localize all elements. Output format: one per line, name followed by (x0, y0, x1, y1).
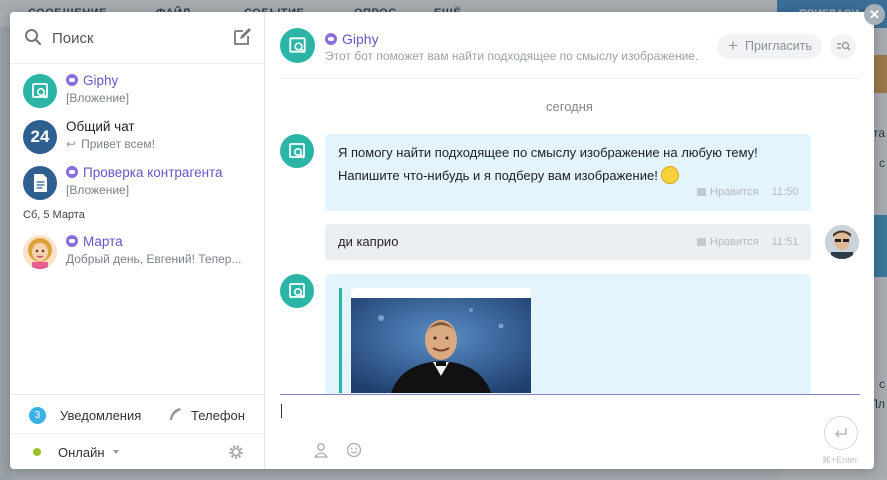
chat-name-text: Марта (83, 234, 123, 249)
message-input-area[interactable]: ⌘+Enter (280, 394, 860, 469)
message-text: ди каприо (338, 234, 399, 249)
chat-name: Проверка контрагента (66, 165, 223, 180)
invite-button[interactable]: Пригласить (717, 34, 822, 59)
message-line: Напишите что-нибудь и я подберу вам изоб… (338, 164, 758, 187)
general-chat-avatar: 24 (23, 120, 57, 154)
chat-name: Марта (66, 234, 123, 249)
chat-header: Giphy Этот бот поможет вам найти подходя… (280, 12, 860, 79)
document-icon (34, 174, 47, 192)
notifications-button[interactable]: Уведомления (60, 408, 141, 423)
chat-name-text: Giphy (83, 73, 119, 88)
giphy-avatar (280, 274, 314, 308)
close-icon[interactable]: ✕ (864, 4, 885, 25)
like-button[interactable]: Нравится (710, 236, 759, 248)
message-time: 11:51 (771, 236, 799, 248)
status-selector[interactable]: Онлайн (10, 433, 264, 469)
gif-photo (351, 298, 531, 393)
chat-sidebar: Поиск Giphy [Вложение] 24 Общий чат ↩ При… (10, 12, 265, 469)
image-search-icon (289, 143, 305, 159)
marta-avatar (23, 235, 57, 269)
message-meta: Нравится 11:50 (697, 186, 798, 198)
chat-last-message: ↩ Привет всем! (66, 137, 256, 151)
emoji-icon[interactable] (346, 442, 362, 458)
gif-attachment[interactable] (351, 288, 531, 393)
bot-icon (66, 74, 78, 86)
search-input[interactable]: Поиск (52, 30, 94, 47)
bot-icon (66, 166, 78, 178)
send-button[interactable] (824, 416, 858, 450)
chat-last-message: Добрый день, Евгений! Тепер... (66, 252, 242, 266)
search-messages-button[interactable] (830, 34, 856, 59)
search-icon (25, 29, 42, 46)
giphy-avatar (23, 74, 57, 108)
mention-user-icon[interactable] (313, 442, 329, 458)
image-search-icon (32, 83, 48, 99)
chat-name-text: Проверка контрагента (83, 165, 223, 180)
chat-title-text: Giphy (342, 31, 379, 47)
attachment-accent-bar (339, 288, 342, 393)
search-list-icon (837, 41, 851, 51)
message-time: 11:50 (771, 186, 799, 198)
marta-illustration (28, 238, 52, 269)
chat-title[interactable]: Giphy (325, 31, 379, 47)
giphy-avatar (280, 134, 314, 168)
message-text: Я помогу найти подходящее по смыслу изоб… (338, 141, 758, 187)
search-bar[interactable]: Поиск (10, 12, 264, 64)
counterparty-avatar (23, 166, 57, 200)
notifications-count-badge: 3 (29, 407, 46, 424)
messenger-window: Поиск Giphy [Вложение] 24 Общий чат ↩ При… (10, 12, 874, 469)
chat-name: Общий чат (66, 119, 135, 134)
user-photo (825, 225, 859, 259)
smiley-emoji-icon (660, 166, 679, 184)
message-bubble[interactable] (325, 274, 811, 394)
gif-image[interactable] (351, 298, 531, 393)
message-line-text: Напишите что-нибудь и я подберу вам изоб… (338, 168, 658, 183)
phone-icon[interactable] (167, 406, 183, 422)
day-separator: сегодня (546, 99, 593, 114)
giphy-avatar[interactable] (280, 28, 315, 63)
reply-icon: ↩ (66, 137, 77, 151)
compose-icon[interactable] (232, 27, 252, 47)
online-status-dot (33, 448, 41, 456)
chat-item-giphy[interactable]: Giphy [Вложение] (10, 71, 264, 119)
chat-panel: Giphy Этот бот поможет вам найти подходя… (265, 12, 874, 469)
chat-last-message-text: Привет всем! (81, 137, 155, 151)
chevron-down-icon (113, 450, 119, 454)
chat-last-message: [Вложение] (66, 91, 130, 105)
chat-name: Giphy (66, 73, 118, 88)
message-meta: Нравится 11:51 (697, 236, 798, 248)
image-search-icon (289, 283, 305, 299)
chat-description: Этот бот поможет вам найти подходящее по… (325, 49, 699, 63)
like-icon[interactable] (697, 188, 706, 196)
bot-icon (325, 33, 337, 45)
chat-item-counterparty[interactable]: Проверка контрагента [Вложение] (10, 163, 264, 211)
message-line: Я помогу найти подходящее по смыслу изоб… (338, 145, 758, 160)
chat-last-message: [Вложение] (66, 183, 130, 197)
message-bubble[interactable]: Я помогу найти подходящее по смыслу изоб… (325, 134, 811, 211)
user-avatar[interactable] (825, 225, 859, 259)
text-cursor (281, 404, 282, 418)
phone-button[interactable]: Телефон (191, 408, 245, 423)
sidebar-footer: 3 Уведомления Телефон Онлайн (10, 394, 264, 469)
date-separator: Сб, 5 Марта (23, 209, 85, 221)
status-label: Онлайн (58, 445, 105, 460)
enter-arrow-icon (834, 428, 847, 438)
chat-item-marta[interactable]: Марта Добрый день, Евгений! Тепер... (10, 232, 264, 280)
like-button[interactable]: Нравится (710, 186, 759, 198)
chat-item-general[interactable]: 24 Общий чат ↩ Привет всем! (10, 117, 264, 165)
image-search-icon (289, 37, 306, 54)
like-icon[interactable] (697, 238, 706, 246)
send-shortcut-hint: ⌘+Enter (822, 455, 858, 465)
message-bubble[interactable]: ди каприо Нравится 11:51 (325, 224, 811, 260)
gear-icon[interactable] (228, 444, 244, 460)
bot-icon (66, 235, 78, 247)
